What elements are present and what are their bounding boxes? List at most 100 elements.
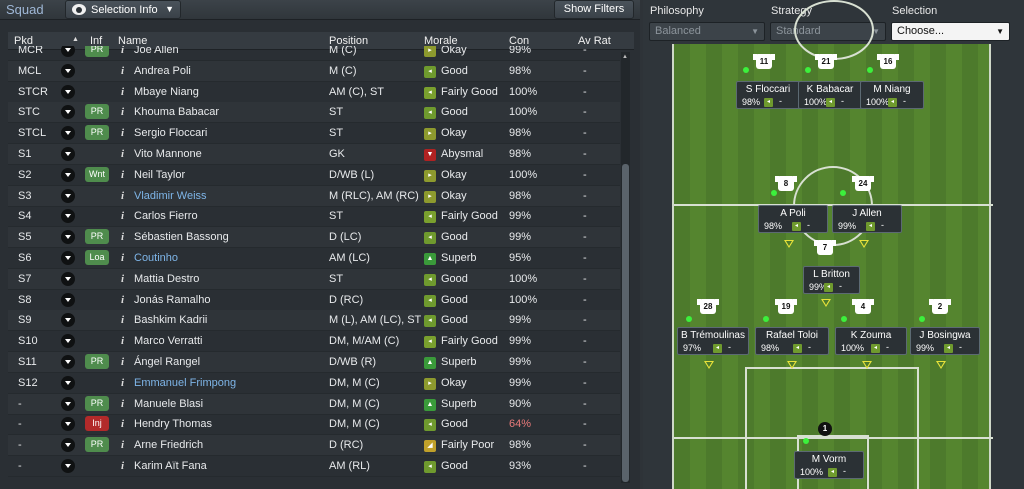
info-icon[interactable]: i [121,314,124,326]
table-row[interactable]: MCR PR i Joe Allen M (C) ▸ Okay 99% - [8,46,620,61]
player-name[interactable]: Karim Aït Fana [134,460,207,472]
pkd-dropdown-icon[interactable] [61,375,75,390]
pkd-dropdown-icon[interactable] [61,188,75,203]
shirt-icon[interactable]: 16 [877,54,899,69]
pkd-dropdown-icon[interactable] [61,46,75,57]
table-row[interactable]: S12 i Emmanuel Frimpong DM, M (C) ▸ Okay 99% - [8,373,620,394]
shirt-icon[interactable]: 4 [852,299,874,314]
shirt-icon[interactable]: 8 [775,176,797,191]
info-icon[interactable]: i [121,294,124,306]
table-row[interactable]: S9 i Bashkim Kadrii M (L), AM (LC), ST ◂ Good… [8,310,620,332]
shirt-icon[interactable]: 1 [818,422,832,436]
player-name[interactable]: Sergio Floccari [134,127,207,139]
show-filters-button[interactable]: Show Filters [554,0,634,19]
player-name[interactable]: Coutinho [134,252,178,264]
player-name[interactable]: Marco Verratti [134,335,202,347]
pkd-dropdown-icon[interactable] [61,105,75,120]
pkd-dropdown-icon[interactable] [61,126,75,141]
info-icon[interactable]: i [121,190,124,202]
selection-select[interactable]: Choose... ▼ [891,22,1010,41]
pkd-dropdown-icon[interactable] [61,313,75,328]
selection-info-button[interactable]: Selection Info ▼ [65,0,181,19]
table-row[interactable]: S11 PR i Ángel Rangel D/WB (R) ▲ Superb 99% - [8,352,620,373]
shirt-icon[interactable]: 11 [753,54,775,69]
player-name[interactable]: Arne Friedrich [134,439,203,451]
pkd-dropdown-icon[interactable] [61,230,75,245]
player-name[interactable]: Emmanuel Frimpong [134,377,236,389]
player-tag[interactable]: M Niang 100% ◂ - [860,81,924,109]
player-name[interactable]: Manuele Blasi [134,398,203,410]
pkd-dropdown-icon[interactable] [61,251,75,265]
table-row[interactable]: MCL i Andrea Poli M (C) ◂ Good 98% - [8,60,620,82]
scroll-up-icon[interactable]: ▲ [622,54,628,60]
player-name[interactable]: Andrea Poli [134,65,191,77]
table-row[interactable]: - PR i Manuele Blasi DM, M (C) ▲ Superb 90% - [8,393,620,415]
table-row[interactable]: S3 i Vladimir Weiss M (RLC), AM (RC) ▸ Okay 98… [8,185,620,207]
player-name[interactable]: Khouma Babacar [134,106,219,118]
player-tag[interactable]: J Bosingwa 99% ◂ - [910,327,980,355]
info-icon[interactable]: i [121,356,124,368]
info-icon[interactable]: i [121,252,124,264]
shirt-icon[interactable]: 28 [697,299,719,314]
player-name[interactable]: Hendry Thomas [134,418,212,430]
info-icon[interactable]: i [121,106,124,118]
table-row[interactable]: - Inj i Hendry Thomas DM, M (C) ◂ Good 64% - [8,414,620,436]
player-name[interactable]: Carlos Fierro [134,210,198,222]
player-name[interactable]: Ángel Rangel [134,356,200,368]
pkd-dropdown-icon[interactable] [61,84,75,99]
shirt-icon[interactable]: 24 [852,176,874,191]
pkd-dropdown-icon[interactable] [61,167,75,182]
info-icon[interactable]: i [121,86,124,98]
pkd-dropdown-icon[interactable] [61,459,75,473]
player-name[interactable]: Jonás Ramalho [134,294,210,306]
shirt-icon[interactable]: 19 [775,299,797,314]
player-name[interactable]: Neil Taylor [134,169,185,181]
player-tag[interactable]: M Vorm 100% ◂ - [794,451,864,479]
table-row[interactable]: - i Karim Aït Fana AM (RL) ◂ Good 93% - [8,456,620,477]
table-scrollbar[interactable]: ▲ [621,52,630,483]
info-icon[interactable]: i [121,335,124,347]
player-tag[interactable]: A Poli 98% ◂ - [758,205,828,233]
shirt-icon[interactable]: 2 [929,299,951,314]
player-name[interactable]: Joe Allen [134,46,179,56]
pkd-dropdown-icon[interactable] [61,63,75,78]
table-row[interactable]: S4 i Carlos Fierro ST ◂ Fairly Good 99% - [8,206,620,228]
player-tag[interactable]: J Allen 99% ◂ - [832,205,902,233]
info-icon[interactable]: i [121,439,124,451]
info-icon[interactable]: i [121,46,124,56]
player-tag[interactable]: L Britton 99% ◂ - [803,266,860,294]
table-row[interactable]: S2 Wnt i Neil Taylor D/WB (L) ▸ Okay 100% - [8,165,620,186]
squad-tab[interactable]: Squad [6,2,44,17]
player-name[interactable]: Sébastien Bassong [134,231,229,243]
player-tag[interactable]: Rafael Toloi 98% ◂ - [755,327,829,355]
info-icon[interactable]: i [121,460,124,472]
player-name[interactable]: Bashkim Kadrii [134,314,207,326]
player-name[interactable]: Vito Mannone [134,148,202,160]
info-icon[interactable]: i [121,210,124,222]
player-name[interactable]: Mbaye Niang [134,86,199,98]
table-row[interactable]: STCR i Mbaye Niang AM (C), ST ◂ Fairly Good 10… [8,82,620,103]
table-row[interactable]: S7 i Mattia Destro ST ◂ Good 100% - [8,268,620,290]
info-icon[interactable]: i [121,148,124,160]
pkd-dropdown-icon[interactable] [61,334,75,349]
pkd-dropdown-icon[interactable] [61,147,75,161]
table-row[interactable]: - PR i Arne Friedrich D (RC) ◢ Fairly Poor 98% - [8,435,620,457]
pkd-dropdown-icon[interactable] [61,438,75,453]
pkd-dropdown-icon[interactable] [61,355,75,369]
pkd-dropdown-icon[interactable] [61,396,75,411]
table-row[interactable]: STC PR i Khouma Babacar ST ◂ Good 100% - [8,102,620,124]
info-icon[interactable]: i [121,169,124,181]
info-icon[interactable]: i [121,231,124,243]
shirt-icon[interactable]: 21 [815,54,837,69]
pkd-dropdown-icon[interactable] [61,209,75,224]
info-icon[interactable]: i [121,273,124,285]
table-row[interactable]: S6 Loa i Coutinho AM (LC) ▲ Superb 95% - [8,248,620,269]
player-tag[interactable]: K Zouma 100% ◂ - [835,327,907,355]
pkd-dropdown-icon[interactable] [61,271,75,286]
philosophy-select[interactable]: Balanced ▼ [649,22,765,41]
pkd-dropdown-icon[interactable] [61,292,75,307]
info-icon[interactable]: i [121,127,124,139]
table-row[interactable]: STCL PR i Sergio Floccari ST ▸ Okay 98% - [8,123,620,145]
table-row[interactable]: S1 i Vito Mannone GK ▼ Abysmal 98% - [8,144,620,165]
player-name[interactable]: Mattia Destro [134,273,199,285]
